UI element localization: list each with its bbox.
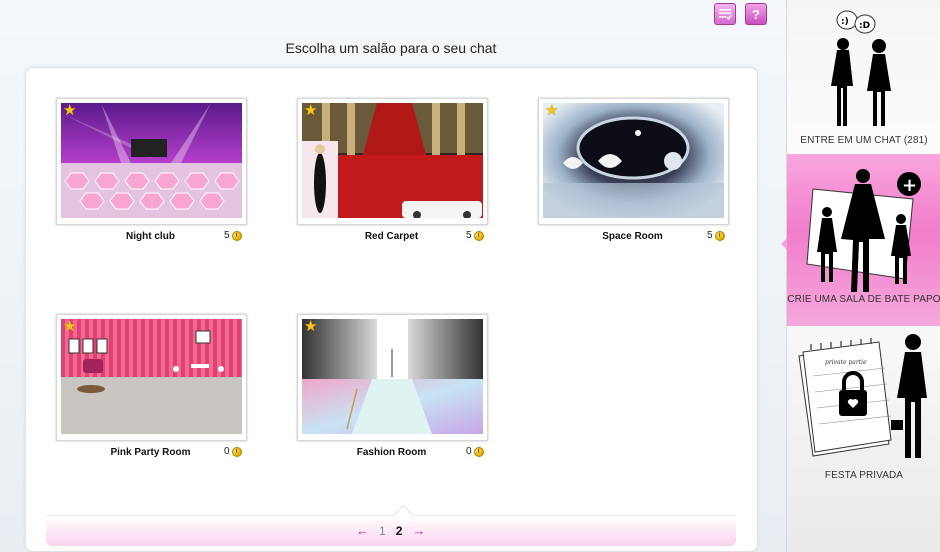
room-occupancy: 0i: [466, 446, 484, 457]
room-name: Space Room: [602, 231, 663, 242]
top-toolbar: ?: [714, 3, 767, 25]
sidebar-item-label: CRIE UMA SALA DE BATE PAPO: [787, 294, 940, 305]
coin-icon: i: [473, 446, 484, 457]
red-carpet-thumbnail: [302, 103, 483, 218]
coin-icon: i: [714, 230, 725, 241]
help-icon[interactable]: ?: [745, 3, 767, 25]
sidebar-item-label: ENTRE EM UM CHAT (281): [800, 135, 928, 146]
bubble-text: :D: [859, 21, 870, 31]
sidebar-item-label: FESTA PRIVADA: [824, 470, 904, 481]
room-card-pink-party-room[interactable]: ★: [56, 314, 247, 441]
plus-icon: +: [902, 175, 917, 196]
favorite-star-icon[interactable]: ★: [304, 103, 318, 118]
room-name: Fashion Room: [356, 447, 427, 458]
private-party-calendar-icon: private partie: [798, 334, 927, 458]
sidebar: :) :D ENTRE EM UM CHAT (281) + CRIE UMA …: [781, 0, 940, 552]
room-occupancy: 5i: [707, 230, 725, 241]
coin-icon: i: [231, 230, 242, 241]
room-card-fashion-room[interactable]: ★: [297, 314, 488, 441]
fashion-room-thumbnail: [302, 319, 483, 434]
page-link-2-current[interactable]: 2: [396, 524, 403, 538]
two-girls-chatting-icon: :) :D: [831, 10, 891, 126]
favorite-star-icon[interactable]: ★: [545, 103, 559, 118]
list-check-icon[interactable]: [714, 3, 736, 25]
room-name: Red Carpet: [364, 231, 419, 242]
sidebar-item-private-party[interactable]: private partie FESTA PRIVADA: [787, 328, 940, 488]
list-check-glyph: [719, 9, 733, 20]
page-link-1[interactable]: 1: [379, 524, 386, 538]
previous-page-arrow-icon[interactable]: ←: [356, 523, 369, 538]
pink-party-room-thumbnail: [61, 319, 242, 434]
page-title: Escolha um salão para o seu chat: [285, 40, 497, 56]
next-page-arrow-icon[interactable]: →: [412, 523, 425, 538]
create-room-illustration-icon: +: [806, 169, 921, 292]
coin-icon: i: [473, 230, 484, 241]
room-selection-panel: ★ Night club 5 i ★ Red Carpet 5 i ★ Spac…: [25, 67, 758, 552]
bubble-text: :): [841, 17, 849, 27]
room-occupancy: 5i: [224, 230, 242, 241]
favorite-star-icon[interactable]: ★: [63, 103, 77, 118]
room-card-space-room[interactable]: ★: [538, 98, 729, 225]
favorite-star-icon[interactable]: ★: [304, 319, 318, 334]
pagination: ← 1 2 →: [356, 523, 425, 538]
room-name: Night club: [126, 231, 175, 242]
night-club-thumbnail: [61, 103, 242, 218]
sidebar-item-join-chat[interactable]: :) :D ENTRE EM UM CHAT (281): [787, 0, 940, 152]
coin-icon: i: [231, 446, 242, 457]
calendar-text: private partie: [825, 359, 867, 366]
room-card-red-carpet[interactable]: ★: [297, 98, 488, 225]
room-occupancy: 0i: [224, 446, 242, 457]
room-name: Pink Party Room: [110, 447, 191, 458]
room-card-night-club[interactable]: ★: [56, 98, 247, 225]
room-occupancy: 5i: [466, 230, 484, 241]
active-indicator: [781, 238, 787, 250]
favorite-star-icon[interactable]: ★: [63, 319, 77, 334]
space-room-thumbnail: [543, 103, 724, 218]
sidebar-item-create-room[interactable]: + CRIE UMA SALA DE BATE PAPO: [787, 154, 940, 326]
